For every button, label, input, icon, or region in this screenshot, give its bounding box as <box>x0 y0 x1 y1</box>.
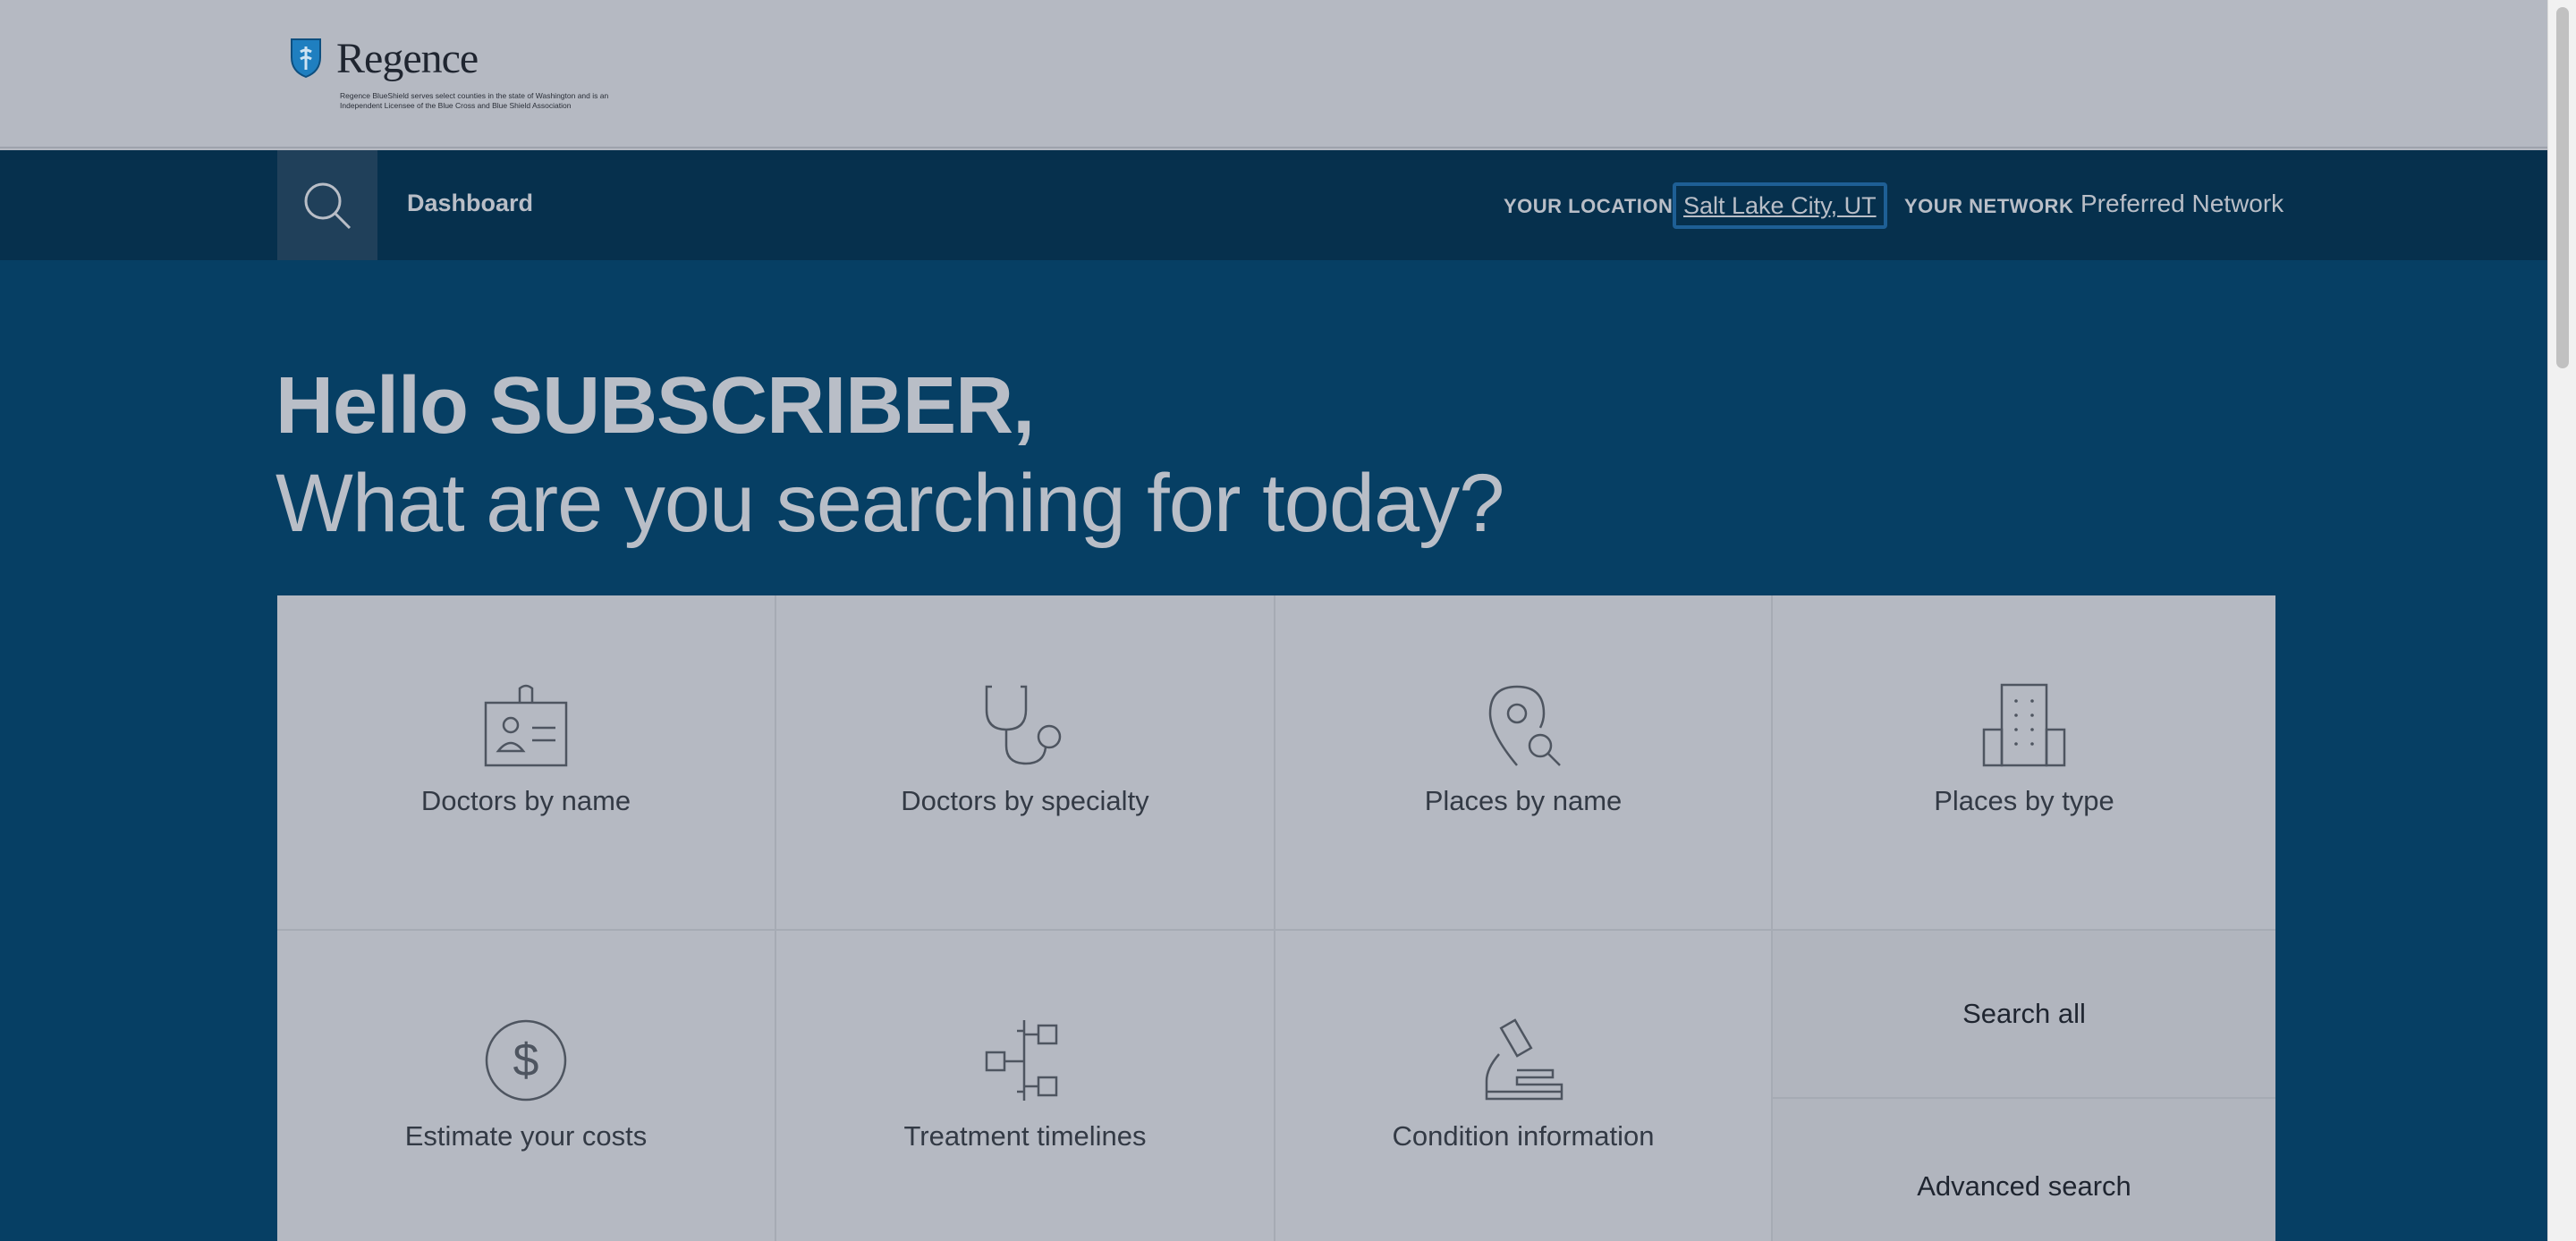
search-question: What are you searching for today? <box>275 458 1504 549</box>
hero-section: Hello SUBSCRIBER, What are you searching… <box>0 260 2547 1241</box>
dashboard-link[interactable]: Dashboard <box>407 190 533 217</box>
timeline-icon <box>985 1020 1058 1101</box>
tile-label: Treatment timelines <box>903 1120 1147 1152</box>
tile-doctors-by-specialty[interactable]: Doctors by specialty <box>776 595 1275 931</box>
tile-label: Condition information <box>1392 1120 1655 1152</box>
tile-places-by-type[interactable]: Places by type <box>1773 595 2275 931</box>
network-value[interactable]: Preferred Network <box>2080 190 2284 218</box>
regence-logo[interactable]: Regence <box>288 35 479 82</box>
tile-places-by-name[interactable]: Places by name <box>1275 595 1773 931</box>
tile-label: Places by type <box>1934 785 2114 816</box>
search-button[interactable] <box>277 150 377 260</box>
search-icon <box>304 182 352 229</box>
stethoscope-icon <box>985 685 1062 765</box>
tile-condition-information[interactable]: Condition information <box>1275 931 1773 1241</box>
tile-estimate-costs[interactable]: $ Estimate your costs <box>277 931 776 1241</box>
tile-label: Estimate your costs <box>404 1120 648 1152</box>
svg-text:$: $ <box>513 1034 539 1086</box>
map-pin-search-icon <box>1488 685 1561 766</box>
tile-label: Doctors by specialty <box>901 785 1149 816</box>
tile-label: Doctors by name <box>420 785 631 816</box>
tile-doctors-by-name[interactable]: Doctors by name <box>277 595 776 931</box>
license-note: Regence BlueShield serves select countie… <box>340 91 609 110</box>
location-label: YOUR LOCATION <box>1504 195 1674 217</box>
microscope-icon <box>1485 1018 1563 1101</box>
tile-treatment-timelines[interactable]: Treatment timelines <box>776 931 1275 1241</box>
blue-shield-icon <box>291 38 321 79</box>
network-label: YOUR NETWORK <box>1904 195 2074 217</box>
search-options-grid: Doctors by name Doctors by specialty Pla… <box>277 595 2275 1241</box>
greeting-heading: Hello SUBSCRIBER, <box>275 361 1035 451</box>
logo-wordmark: Regence <box>336 35 479 82</box>
dollar-icon: $ <box>485 1019 567 1102</box>
page-scrollbar[interactable] <box>2547 0 2576 1241</box>
building-icon <box>1982 683 2066 767</box>
advanced-search-button[interactable]: Advanced search <box>1773 1099 2275 1241</box>
tile-label: Places by name <box>1424 785 1623 816</box>
location-link[interactable]: Salt Lake City, UT <box>1673 182 1887 229</box>
scrollbar-thumb[interactable] <box>2556 7 2569 368</box>
search-all-button[interactable]: Search all <box>1773 931 2275 1099</box>
site-header: Regence Regence BlueShield serves select… <box>0 0 2547 148</box>
main-nav: Dashboard YOUR LOCATION Salt Lake City, … <box>0 150 2547 260</box>
id-badge-icon <box>484 684 568 767</box>
